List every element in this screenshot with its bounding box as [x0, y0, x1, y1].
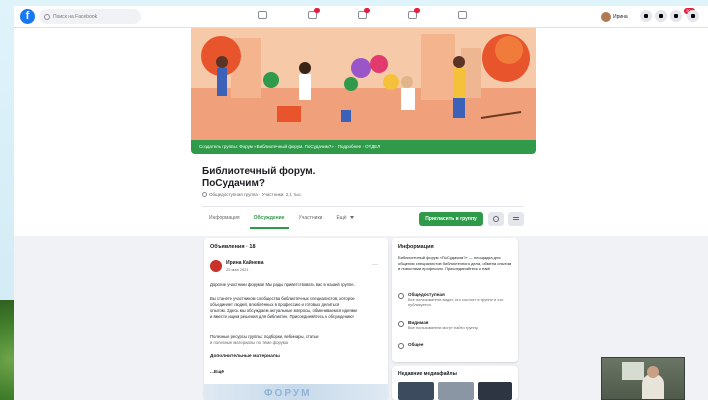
home-icon[interactable] — [258, 11, 268, 21]
profile-name: Ирина — [613, 13, 628, 20]
notifications-button[interactable] — [670, 10, 682, 22]
grid-icon — [644, 14, 648, 18]
post-image-text: ФОРУМ — [264, 388, 312, 399]
search-icon — [44, 13, 50, 20]
page-title: Библиотечный форум. ПоСудачим? — [202, 166, 316, 189]
search-input[interactable] — [53, 13, 141, 20]
search-group-button[interactable] — [488, 212, 504, 226]
author-name[interactable]: Ирина Кайнева — [226, 260, 263, 266]
announcements-card: Объявления · 18 Ирина Кайнева 25 мая 202… — [204, 238, 388, 400]
group-icon — [398, 343, 404, 349]
group-header: Создатель группы: Форум «Библиотечный фо… — [14, 28, 708, 236]
browser-window: f Ирина 20+ — [14, 6, 708, 400]
visibility-subtitle: Все пользователи могут найти группу. — [408, 325, 479, 330]
messenger-button[interactable] — [655, 10, 667, 22]
webcam-window — [622, 362, 644, 380]
about-title: Информация — [398, 244, 434, 250]
eye-icon — [398, 321, 404, 327]
globe-icon — [398, 293, 404, 299]
general-title: Общее — [408, 342, 424, 347]
recent-media-title: Недавние медиафайлы — [398, 371, 457, 377]
chevron-down-icon — [349, 216, 354, 220]
divider — [202, 206, 524, 207]
account-button[interactable] — [687, 10, 699, 22]
groups-icon[interactable] — [408, 8, 420, 21]
globe-icon — [202, 192, 207, 197]
chevron-down-icon — [691, 14, 695, 18]
bell-icon — [674, 14, 678, 18]
general-row: Общее — [398, 342, 423, 349]
webcam-overlay — [601, 357, 685, 400]
media-thumbnail[interactable] — [478, 382, 512, 400]
group-meta: Общедоступная группа · Участники: 2,1 ты… — [202, 192, 302, 197]
tab-discussion[interactable]: Обсуждение — [247, 210, 292, 229]
privacy-row: Общедоступная Все пользователи видят, кт… — [398, 292, 506, 307]
tab-about[interactable]: Информация — [202, 210, 247, 228]
cover-illustration — [191, 28, 536, 140]
privacy-subtitle: Все пользователи видят, кто состоит в гр… — [408, 297, 504, 307]
avatar — [601, 11, 611, 22]
menu-button[interactable] — [640, 10, 652, 22]
tab-more[interactable]: Ещё — [329, 210, 360, 228]
video-badge — [314, 8, 320, 13]
post-date: 25 мая 2021 · — [226, 267, 252, 272]
cover-image: Создатель группы: Форум «Библиотечный фо… — [191, 28, 536, 154]
post-menu-button[interactable]: ··· — [372, 262, 378, 268]
group-meta-text: Общедоступная группа · Участники: 2,1 ты… — [209, 192, 303, 197]
profile-chip[interactable]: Ирина — [600, 10, 631, 23]
group-tabs: Информация Обсуждение Участники Ещё — [202, 210, 361, 229]
more-options-button[interactable] — [508, 212, 524, 226]
post-line: и вместе ищем решения для библиотек. При… — [210, 314, 354, 319]
media-thumbnail[interactable] — [398, 382, 434, 400]
messenger-icon — [659, 14, 663, 18]
gaming-icon[interactable] — [458, 11, 468, 21]
post-author[interactable]: Ирина Кайнева 25 мая 2021 · — [210, 260, 263, 272]
post-tags: и полезные материалы по теме форума — [210, 340, 288, 345]
post-line: Дорогие участники форума! Мы рады привет… — [210, 282, 355, 287]
invite-button[interactable]: Пригласить в группу — [419, 212, 483, 226]
see-more-link[interactable]: ...Ещё — [210, 370, 380, 376]
about-description: Библиотечный форум «ПоСудачим?» — площад… — [398, 255, 512, 271]
recent-media-card: Недавние медиафайлы — [392, 366, 518, 400]
marketplace-badge — [364, 8, 370, 13]
tab-members[interactable]: Участники — [292, 210, 330, 228]
video-icon[interactable] — [308, 8, 320, 21]
tab-more-label: Ещё — [336, 215, 347, 221]
more-materials-heading: Дополнительные материалы — [210, 354, 280, 359]
announcements-heading: Объявления · 18 — [210, 244, 256, 250]
webcam-head — [647, 366, 659, 378]
avatar — [210, 260, 222, 272]
more-icon — [513, 217, 519, 220]
about-card: Информация Библиотечный форум «ПоСудачим… — [392, 238, 518, 362]
search-box[interactable] — [39, 9, 141, 24]
media-thumbnail[interactable] — [438, 382, 474, 400]
visibility-row: Видимая Все пользователи могут найти гру… — [398, 320, 506, 330]
post-image[interactable]: ФОРУМ — [204, 384, 388, 400]
marketplace-icon[interactable] — [358, 8, 370, 21]
groups-badge — [414, 8, 420, 13]
search-icon — [493, 216, 499, 222]
cover-caption: Создатель группы: Форум «Библиотечный фо… — [191, 140, 536, 154]
top-bar: f Ирина 20+ — [14, 6, 708, 28]
facebook-logo[interactable]: f — [20, 9, 35, 24]
